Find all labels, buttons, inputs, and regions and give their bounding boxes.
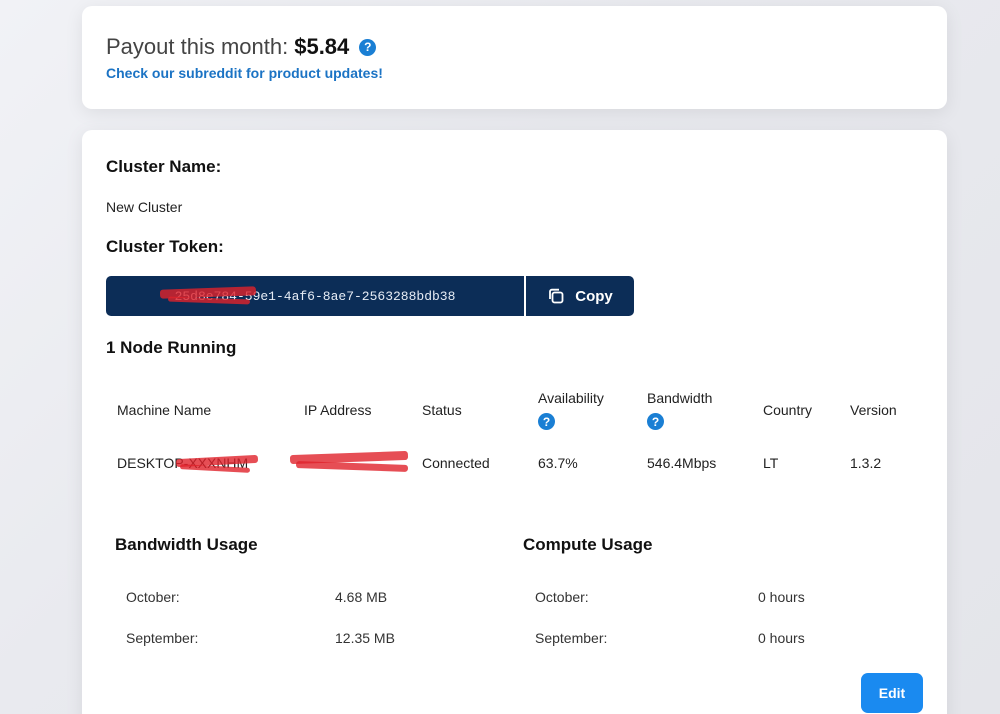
payout-amount: $5.84	[294, 34, 350, 59]
payout-card: Payout this month: $5.84 ? Check our sub…	[82, 6, 947, 109]
help-icon[interactable]: ?	[647, 413, 664, 430]
column-header-country: Country	[763, 402, 813, 418]
usage-value: 0 hours	[758, 630, 805, 646]
cluster-card: Cluster Name: New Cluster Cluster Token:…	[82, 130, 947, 714]
payout-summary: Payout this month: $5.84 ?	[106, 34, 377, 60]
column-header-status: Status	[422, 402, 462, 418]
usage-month: September:	[535, 630, 608, 646]
bandwidth-usage-heading: Bandwidth Usage	[115, 535, 258, 554]
help-icon[interactable]: ?	[538, 413, 555, 430]
usage-month: September:	[126, 630, 199, 646]
column-header-machine-name: Machine Name	[117, 402, 212, 418]
cluster-token-box: 25d8e784-59e1-4af6-8ae7-2563288bdb38 Cop…	[106, 276, 634, 316]
column-header-ip-address: IP Address	[304, 402, 372, 418]
cluster-name-heading: Cluster Name:	[106, 157, 222, 176]
compute-usage-heading: Compute Usage	[523, 535, 653, 554]
copy-label: Copy	[575, 287, 613, 305]
nodes-running-heading: 1 Node Running	[106, 338, 237, 357]
usage-value: 12.35 MB	[335, 630, 395, 646]
column-header-version: Version	[850, 402, 897, 418]
column-header-bandwidth: Bandwidth	[647, 390, 713, 406]
usage-month: October:	[126, 589, 180, 605]
copy-token-button[interactable]: Copy	[526, 276, 634, 316]
cluster-token-heading: Cluster Token:	[106, 237, 224, 256]
copy-icon	[549, 288, 564, 304]
ip-address-redaction	[295, 461, 409, 472]
country-cell: LT	[763, 455, 779, 471]
payout-label: Payout this month:	[106, 34, 289, 59]
version-cell: 1.3.2	[850, 455, 882, 471]
help-icon[interactable]: ?	[359, 38, 377, 56]
column-header-availability: Availability	[538, 390, 604, 406]
usage-month: October:	[535, 589, 589, 605]
bandwidth-cell: 546.4Mbps	[647, 455, 717, 471]
usage-value: 4.68 MB	[335, 589, 388, 605]
edit-button[interactable]: Edit	[861, 673, 923, 713]
cluster-token-field[interactable]: 25d8e784-59e1-4af6-8ae7-2563288bdb38	[106, 276, 524, 316]
availability-cell: 63.7%	[538, 455, 578, 471]
cluster-name-value: New Cluster	[106, 199, 183, 215]
status-cell: Connected	[422, 455, 490, 471]
usage-value: 0 hours	[758, 589, 805, 605]
subreddit-link[interactable]: Check our subreddit for product updates!	[106, 65, 383, 81]
